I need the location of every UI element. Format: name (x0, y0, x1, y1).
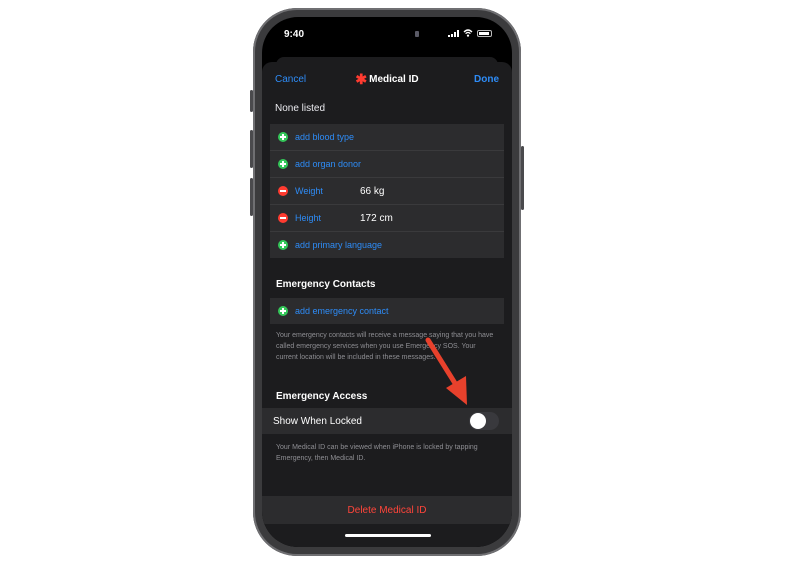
add-blood-type-row[interactable]: add blood type (270, 124, 504, 151)
add-emergency-contact-row[interactable]: add emergency contact (270, 298, 504, 324)
volume-down-button (250, 178, 253, 216)
toggle-knob[interactable] (470, 413, 486, 429)
wifi-icon (463, 29, 473, 37)
emergency-access-footnote: Your Medical ID can be viewed when iPhon… (276, 444, 478, 462)
cellular-signal-icon (448, 29, 459, 37)
show-when-locked-label: Show When Locked (273, 416, 362, 427)
emergency-contacts-header: Emergency Contacts (276, 279, 376, 290)
add-primary-language-row[interactable]: add primary language (270, 232, 504, 258)
home-indicator[interactable] (345, 534, 431, 537)
status-icons (448, 29, 492, 37)
battery-icon (477, 29, 492, 37)
weight-row[interactable]: Weight 66 kg (270, 178, 504, 205)
weight-value[interactable]: 66 kg (360, 186, 384, 197)
height-value[interactable]: 172 cm (360, 213, 393, 224)
delete-medical-id-button[interactable]: Delete Medical ID (348, 505, 427, 516)
medical-asterisk-icon: ✱ (355, 71, 368, 87)
remove-circle-icon[interactable] (278, 186, 288, 196)
emergency-access-header: Emergency Access (276, 391, 368, 402)
status-time: 9:40 (284, 29, 305, 40)
add-blood-type-label[interactable]: add blood type (295, 132, 354, 142)
iphone-frame: 9:40 Cancel ✱ Medical ID Done None liste… (250, 8, 524, 556)
medical-id-sheet: Cancel ✱ Medical ID Done None listed add … (262, 62, 512, 547)
remove-circle-icon[interactable] (278, 213, 288, 223)
status-bar: 9:40 (262, 17, 512, 47)
show-when-locked-row: Show When Locked (262, 408, 512, 434)
show-when-locked-toggle[interactable] (469, 412, 499, 430)
page-title-text: Medical ID (369, 74, 419, 85)
volume-up-button (250, 130, 253, 168)
front-camera-indicator (415, 31, 419, 37)
action-button (250, 90, 253, 112)
height-label: Height (295, 213, 322, 223)
add-primary-language-label[interactable]: add primary language (295, 240, 382, 250)
emergency-contacts-footnote: Your emergency contacts will receive a m… (276, 332, 494, 361)
weight-label: Weight (295, 186, 323, 196)
add-emergency-contact-label[interactable]: add emergency contact (295, 306, 389, 316)
done-button[interactable]: Done (474, 74, 499, 85)
phone-screen: 9:40 Cancel ✱ Medical ID Done None liste… (262, 17, 512, 547)
none-listed-text: None listed (275, 103, 326, 114)
add-circle-icon[interactable] (278, 159, 288, 169)
delete-medical-id-row[interactable]: Delete Medical ID (262, 496, 512, 524)
add-organ-donor-label[interactable]: add organ donor (295, 159, 361, 169)
power-button (521, 146, 524, 210)
add-circle-icon[interactable] (278, 240, 288, 250)
emergency-contacts-list: add emergency contact (270, 298, 504, 324)
medical-fields-list: add blood type add organ donor Weight 66… (270, 124, 504, 258)
height-row[interactable]: Height 172 cm (270, 205, 504, 232)
add-circle-icon[interactable] (278, 306, 288, 316)
navigation-bar: Cancel ✱ Medical ID Done (262, 62, 512, 96)
add-organ-donor-row[interactable]: add organ donor (270, 151, 504, 178)
add-circle-icon[interactable] (278, 132, 288, 142)
